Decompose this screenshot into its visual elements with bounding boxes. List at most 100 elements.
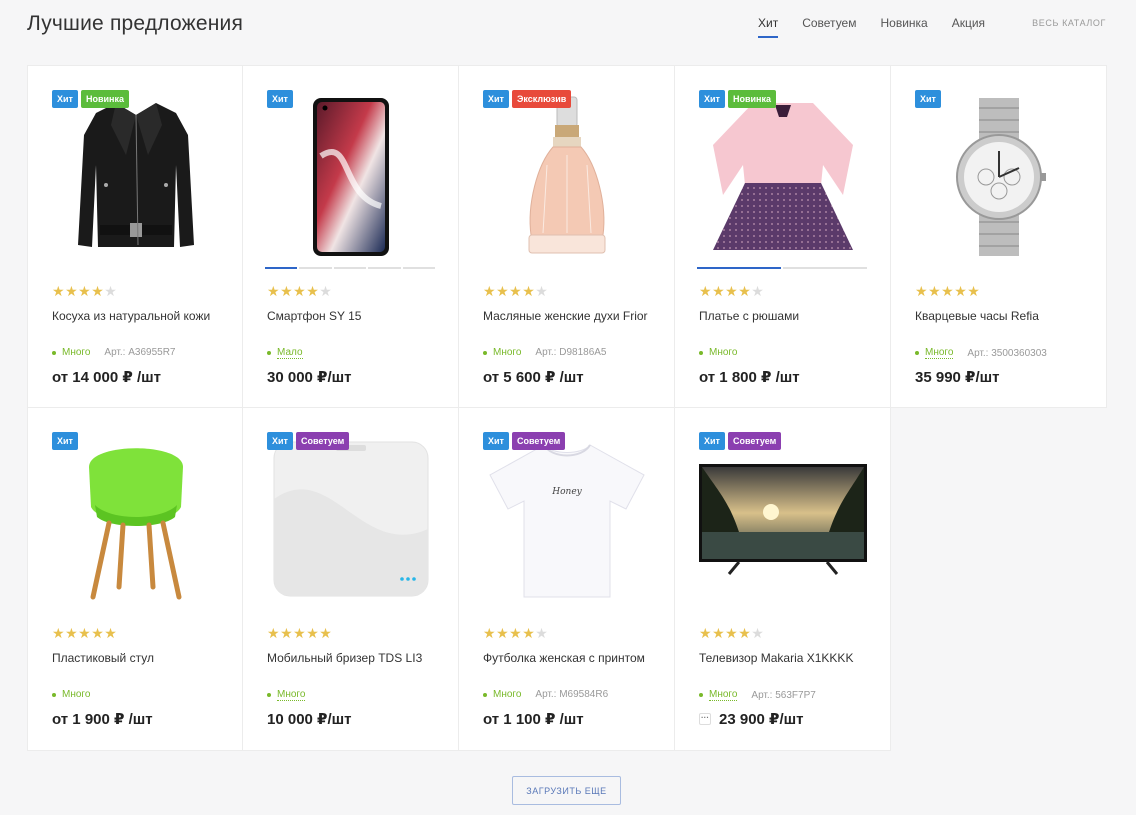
product-card[interactable]: Хит Эксклюзив ★★★★★ Масляные женские духи…: [459, 65, 675, 408]
product-image[interactable]: [52, 434, 220, 604]
product-badges: Хит: [52, 432, 78, 450]
price-value: от 1 100 ₽ /шт: [483, 711, 584, 728]
star-icon: ★: [78, 625, 92, 641]
price-value: от 14 000 ₽ /шт: [52, 369, 161, 386]
product-image[interactable]: [267, 92, 435, 262]
price-value: от 1 900 ₽ /шт: [52, 711, 153, 728]
image-slider-dot[interactable]: [697, 267, 781, 269]
star-icon: ★: [65, 283, 79, 299]
product-image[interactable]: [699, 92, 867, 262]
stock-dot-icon: [483, 692, 487, 697]
image-slider: [265, 267, 436, 269]
star-icon: ★: [509, 625, 523, 641]
product-badges: Хит Советуем: [699, 432, 782, 450]
stock-status: Много Арт.: A36955R7: [52, 347, 176, 358]
product-card[interactable]: Хит Советуем ★★★★★ Телевизор Makaria X1KK…: [675, 408, 891, 751]
star-icon: ★: [293, 283, 307, 299]
product-sku: Арт.: M69584R6: [535, 689, 609, 700]
star-icon: ★: [496, 283, 510, 299]
price-value: от 5 600 ₽ /шт: [483, 369, 584, 386]
price-value: 10 000 ₽/шт: [267, 711, 352, 728]
product-image[interactable]: [52, 92, 220, 262]
rating-stars: ★★★★★: [483, 284, 548, 298]
all-catalog-link[interactable]: ВЕСЬ КАТАЛОГ: [1032, 18, 1106, 28]
badge-hit: Хит: [267, 90, 293, 108]
tab-sale[interactable]: Акция: [952, 16, 985, 38]
more-options-icon[interactable]: ···: [699, 713, 711, 725]
smartphone-image: [311, 96, 391, 258]
product-name[interactable]: Футболка женская с принтом: [483, 648, 658, 668]
image-slider-dot[interactable]: [333, 267, 367, 269]
stock-label[interactable]: Мало: [277, 347, 303, 359]
stock-status: Много: [699, 347, 737, 358]
product-name[interactable]: Масляные женские духи Frior: [483, 306, 658, 326]
product-image[interactable]: [699, 434, 867, 604]
badge-recommend: Советуем: [727, 432, 782, 450]
product-card[interactable]: Хит ★★★★★ Пластиковый стул Много от 1 90…: [27, 408, 243, 751]
product-name[interactable]: Пластиковый стул: [52, 648, 227, 668]
product-name[interactable]: Смартфон SY 15: [267, 306, 442, 326]
product-badges: Хит: [267, 90, 293, 108]
product-badges: Хит: [915, 90, 941, 108]
stock-status: Много: [267, 689, 306, 701]
star-icon: ★: [65, 625, 79, 641]
stock-status: Много Арт.: 3500360303: [915, 347, 1047, 359]
stock-label[interactable]: Много: [709, 689, 738, 701]
svg-text:Honey: Honey: [551, 487, 582, 497]
product-price: от 5 600 ₽ /шт: [483, 368, 584, 386]
product-image[interactable]: [267, 434, 435, 604]
stock-status: Много Арт.: D98186A5: [483, 347, 607, 358]
tab-recommend[interactable]: Советуем: [802, 16, 856, 38]
dress-image: [703, 95, 863, 260]
badge-hit: Хит: [483, 90, 509, 108]
star-icon: ★: [725, 283, 739, 299]
badge-hit: Хит: [699, 432, 725, 450]
product-name[interactable]: Косуха из натуральной кожи: [52, 306, 227, 326]
star-icon: ★: [738, 283, 752, 299]
product-name[interactable]: Мобильный бризер TDS LI3: [267, 648, 442, 668]
stock-dot-icon: [267, 351, 271, 355]
star-icon: ★: [509, 283, 523, 299]
image-slider-dot[interactable]: [368, 267, 401, 269]
badge-new: Новинка: [727, 90, 776, 108]
star-icon: ★: [267, 625, 281, 641]
product-price: от 1 900 ₽ /шт: [52, 710, 153, 728]
image-slider-dot[interactable]: [402, 267, 436, 269]
load-more-button[interactable]: ЗАГРУЗИТЬ ЕЩЕ: [512, 776, 621, 805]
tab-hit[interactable]: Хит: [758, 16, 779, 38]
star-icon: ★: [280, 625, 294, 641]
product-price: от 14 000 ₽ /шт: [52, 368, 161, 386]
product-card[interactable]: Хит Новинка ★★★★★ Косуха из натуральной к…: [27, 65, 243, 408]
star-icon: ★: [954, 283, 968, 299]
product-card[interactable]: Хит ★★★★★ Смартфон SY 15 Мало 30 000 ₽/ш…: [243, 65, 459, 408]
product-card[interactable]: Хит Советуем ★★★★★ Мобильный бризер TDS L…: [243, 408, 459, 751]
stock-label[interactable]: Много: [925, 347, 954, 359]
rating-stars: ★★★★★: [267, 626, 332, 640]
image-slider-dot[interactable]: [299, 267, 332, 269]
product-card[interactable]: Хит Новинка ★★★★★ Платье с рюшами Много о…: [675, 65, 891, 408]
product-image[interactable]: Honey: [483, 434, 651, 604]
stock-label: Много: [62, 347, 91, 358]
product-card[interactable]: Хит Советуем Honey ★★★★★ Футболка женская…: [459, 408, 675, 751]
stock-label[interactable]: Много: [277, 689, 306, 701]
badge-hit: Хит: [483, 432, 509, 450]
image-slider-dot[interactable]: [265, 267, 298, 269]
stock-dot-icon: [267, 693, 271, 697]
product-name[interactable]: Платье с рюшами: [699, 306, 874, 326]
tab-new[interactable]: Новинка: [880, 16, 927, 38]
star-icon: ★: [306, 625, 320, 641]
product-image[interactable]: [483, 92, 651, 262]
product-card[interactable]: Хит ★★★★★ Кварцевые часы Refia Много Арт…: [891, 65, 1107, 408]
star-icon: ★: [535, 283, 549, 299]
stock-dot-icon: [915, 351, 919, 355]
product-name[interactable]: Кварцевые часы Refia: [915, 306, 1090, 326]
star-icon: ★: [751, 283, 765, 299]
product-image[interactable]: [915, 92, 1083, 262]
product-grid: Хит Новинка ★★★★★ Косуха из натуральной к…: [27, 65, 1107, 751]
star-icon: ★: [928, 283, 942, 299]
star-icon: ★: [725, 625, 739, 641]
badge-hit: Хит: [699, 90, 725, 108]
product-badges: Хит Новинка: [52, 90, 129, 108]
image-slider-dot[interactable]: [783, 267, 867, 269]
product-name[interactable]: Телевизор Makaria X1KKKK: [699, 648, 874, 668]
